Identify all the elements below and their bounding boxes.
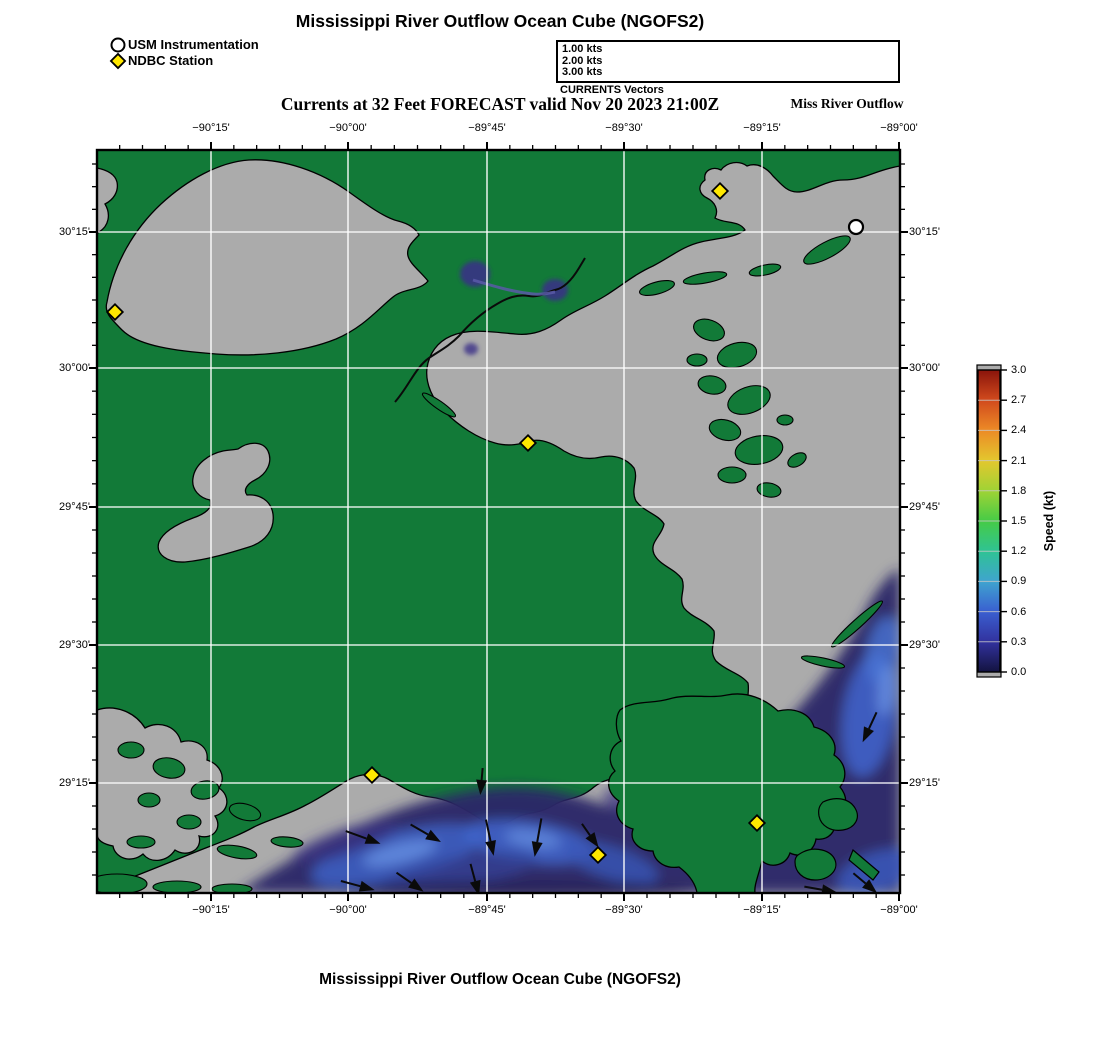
map-plot-canvas [89, 37, 1007, 901]
colorbar-tick-label: 2.4 [1011, 424, 1027, 437]
y-axis-tick-label: 29°15' [909, 777, 940, 789]
x-axis-tick-label: −89°30' [605, 904, 643, 916]
colorbar-tick-label: 1.8 [1011, 484, 1027, 497]
usm-legend-label: USM Instrumentation [128, 37, 259, 52]
x-axis-tick-label: −89°45' [468, 122, 506, 134]
colorbar-tick-label: 0.6 [1011, 605, 1027, 618]
colorbar-tick-label: 2.7 [1011, 394, 1027, 407]
colorbar-tick-label: 0.9 [1011, 575, 1027, 588]
y-axis-tick-label: 29°30' [59, 639, 90, 651]
colorbar-tick-label: 3.0 [1011, 364, 1027, 376]
x-axis-tick-label: −89°00' [880, 904, 918, 916]
x-axis-tick-label: −90°00' [329, 904, 367, 916]
x-axis-tick-label: −90°15' [192, 122, 230, 134]
vector-scale-label-2: 2.00 kts [562, 54, 603, 67]
colorbar-tick-label: 1.5 [1011, 515, 1027, 527]
x-axis-tick-label: −89°00' [880, 122, 918, 134]
usm-legend-icon [110, 37, 126, 53]
x-axis-tick-label: −89°45' [468, 904, 506, 916]
vector-scale-box [556, 40, 900, 83]
y-axis-tick-label: 30°00' [909, 362, 940, 374]
x-axis-tick-label: −89°30' [605, 122, 643, 134]
region-label: Miss River Outflow [790, 96, 904, 111]
map-area [97, 150, 900, 893]
colorbar-tick-label: 0.0 [1011, 666, 1027, 678]
vector-scale-label-1: 1.00 kts [562, 43, 603, 55]
forecast-map-page: Mississippi River Outflow Ocean Cube (NG… [0, 0, 1100, 1050]
y-axis-tick-label: 29°45' [909, 501, 940, 513]
colorbar [976, 364, 1007, 678]
colorbar-tick-label: 1.2 [1011, 545, 1027, 558]
page-title: Mississippi River Outflow Ocean Cube (NG… [295, 11, 705, 31]
y-axis-tick-label: 30°15' [909, 226, 940, 238]
footer-title: Mississippi River Outflow Ocean Cube (NG… [319, 971, 681, 988]
usm-station-marker [847, 218, 865, 236]
vector-scale-label-3: 3.00 kts [562, 66, 603, 78]
y-axis-tick-label: 29°45' [59, 501, 90, 513]
ndbc-legend-icon [109, 52, 127, 70]
y-axis-tick-label: 29°15' [59, 777, 90, 789]
y-axis-tick-label: 30°15' [59, 226, 90, 238]
x-axis-tick-label: −90°00' [329, 122, 367, 134]
colorbar-tick-label: 0.3 [1011, 635, 1027, 648]
x-axis-tick-label: −89°15' [743, 122, 781, 134]
y-axis-tick-label: 29°30' [909, 639, 940, 651]
ndbc-legend-label: NDBC Station [128, 53, 214, 68]
colorbar-tick-label: 2.1 [1011, 454, 1027, 467]
x-axis-tick-label: −90°15' [192, 904, 230, 916]
y-axis-tick-label: 30°00' [59, 362, 90, 374]
x-axis-tick-label: −89°15' [743, 904, 781, 916]
